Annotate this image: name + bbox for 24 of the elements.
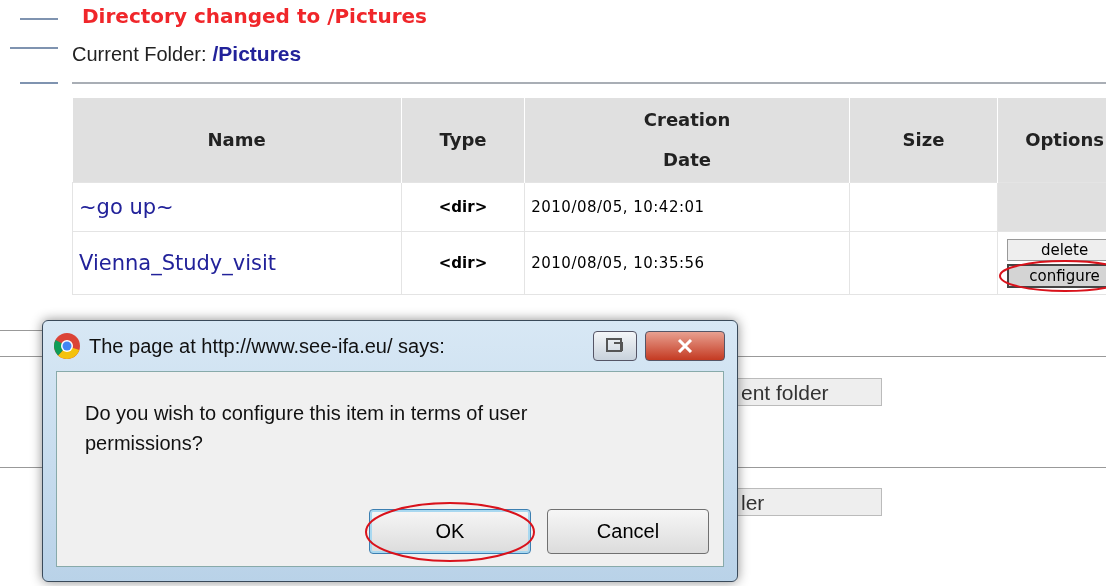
color-wheel-icon — [53, 332, 81, 360]
column-header: Size — [902, 128, 945, 152]
current-folder-path: /Pictures — [212, 42, 302, 66]
current-folder-label: Current Folder: — [72, 43, 207, 66]
restore-button[interactable] — [593, 331, 637, 361]
type-text: <dir> — [438, 254, 488, 272]
option-button[interactable]: delete — [1006, 238, 1106, 261]
column-header: Options — [1025, 128, 1104, 152]
column-header: Name — [207, 128, 266, 152]
type-text: <dir> — [438, 198, 488, 216]
column-header: Creation Date — [642, 108, 732, 172]
window-icon — [606, 338, 624, 354]
date-text: 2010/08/05, 10:35:56 — [531, 254, 705, 272]
status-message: Directory changed to /Pictures — [82, 4, 427, 28]
column-header: Type — [439, 128, 487, 152]
dialog-button[interactable]: OK — [369, 509, 531, 554]
close-icon — [677, 339, 693, 353]
dialog-title: The page at http://www.see-ifa.eu/ says: — [89, 334, 446, 358]
close-button[interactable] — [645, 331, 725, 361]
date-text: 2010/08/05, 10:42:01 — [531, 198, 705, 216]
dialog-message: Do you wish to configure this item in terms of user permissions? — [85, 401, 529, 456]
folder-link[interactable]: ~go up~ — [79, 195, 174, 219]
dialog-button[interactable]: Cancel — [547, 509, 709, 554]
option-button[interactable]: configure — [1006, 263, 1106, 288]
